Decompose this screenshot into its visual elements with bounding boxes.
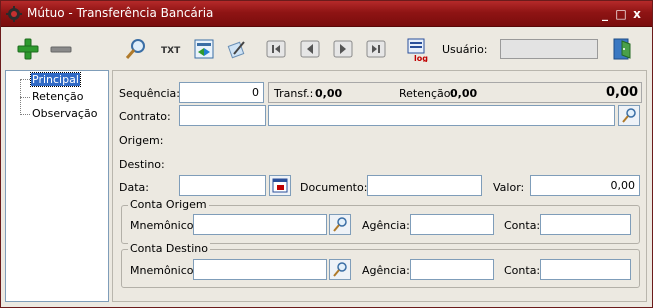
conta-origem-group: Conta Origem Mnemônico: Agência: Conta:	[121, 198, 640, 244]
transf-label: Transf.:	[274, 87, 314, 100]
destino-conta-field[interactable]	[540, 259, 631, 280]
search-icon[interactable]	[123, 36, 149, 62]
conta-destino-title: Conta Destino	[128, 242, 210, 255]
calendar-icon	[272, 178, 288, 193]
origem-mnemonico-label: Mnemônico:	[130, 219, 198, 232]
window-title: Mútuo - Transferência Bancária	[27, 6, 214, 20]
add-icon[interactable]	[15, 36, 41, 62]
previous-record-icon[interactable]	[297, 36, 323, 62]
svg-text:log: log	[414, 54, 428, 62]
destino-conta-label: Conta:	[504, 264, 541, 277]
origem-agencia-label: Agência:	[362, 219, 410, 232]
retencao-value: 0,00	[450, 87, 478, 100]
contrato-label: Contrato:	[119, 110, 171, 123]
contrato-search-button[interactable]	[618, 105, 640, 126]
exit-icon[interactable]	[610, 36, 636, 62]
sequencia-field[interactable]: 0	[179, 82, 264, 103]
conta-origem-title: Conta Origem	[128, 198, 209, 211]
destino-agencia-field[interactable]	[410, 259, 494, 280]
total-value: 0,00	[606, 85, 639, 100]
log-icon[interactable]: log	[405, 36, 431, 62]
documento-field[interactable]	[367, 175, 482, 196]
title-bar[interactable]: Mútuo - Transferência Bancária _ □ x	[1, 1, 652, 27]
destino-mnemonico-field[interactable]	[193, 259, 327, 280]
tree-connector	[20, 79, 30, 80]
origem-conta-field[interactable]	[540, 214, 631, 235]
origem-mnemonico-search-button[interactable]	[329, 214, 351, 235]
svg-text:TXT: TXT	[161, 46, 181, 56]
data-field[interactable]	[179, 175, 266, 196]
edit-icon[interactable]	[224, 36, 250, 62]
tree-item-retencao[interactable]: Retenção	[31, 90, 85, 103]
origem-label: Origem:	[119, 134, 164, 147]
calendar-button[interactable]	[269, 175, 291, 196]
close-button[interactable]: x	[630, 7, 644, 21]
last-record-icon[interactable]	[363, 36, 389, 62]
toolbar: TXT log Usuário:	[1, 28, 652, 68]
origem-agencia-field[interactable]	[410, 214, 494, 235]
txt-icon[interactable]: TXT	[159, 36, 185, 62]
valor-label: Valor:	[493, 181, 525, 194]
origem-mnemonico-field[interactable]	[193, 214, 327, 235]
first-record-icon[interactable]	[263, 36, 289, 62]
destino-mnemonico-search-button[interactable]	[329, 259, 351, 280]
refresh-icon[interactable]	[191, 36, 217, 62]
contrato-description-field[interactable]	[268, 105, 615, 126]
retencao-label: Retenção:	[399, 87, 455, 100]
origem-conta-label: Conta:	[504, 219, 541, 232]
destino-agencia-label: Agência:	[362, 264, 410, 277]
tree-connector	[20, 97, 30, 98]
search-icon	[333, 217, 347, 232]
tree-connector	[20, 114, 30, 115]
destino-mnemonico-label: Mnemônico:	[130, 264, 198, 277]
search-icon	[622, 108, 636, 123]
next-record-icon[interactable]	[330, 36, 356, 62]
tree-item-observacao[interactable]: Observação	[31, 107, 98, 120]
remove-icon[interactable]	[48, 36, 74, 62]
destino-label: Destino:	[119, 158, 165, 171]
app-icon	[6, 6, 22, 22]
transf-value: 0,00	[315, 87, 343, 100]
maximize-button[interactable]: □	[614, 7, 628, 21]
documento-label: Documento:	[300, 181, 368, 194]
search-icon	[333, 262, 347, 277]
minimize-button[interactable]: _	[598, 7, 612, 21]
contrato-code-field[interactable]	[179, 105, 266, 126]
conta-destino-group: Conta Destino Mnemônico: Agência: Conta:	[121, 242, 640, 288]
data-label: Data:	[119, 181, 149, 194]
main-window: Mútuo - Transferência Bancária _ □ x TXT	[0, 0, 653, 308]
usuario-label: Usuário:	[442, 43, 488, 56]
usuario-field	[500, 39, 598, 59]
tree-item-principal[interactable]: Principal	[30, 72, 81, 87]
navigation-tree: Principal Retenção Observação	[5, 70, 109, 302]
form-panel: Sequência: 0 Transf.: 0,00 Retenção: 0,0…	[112, 70, 647, 302]
valor-field[interactable]: 0,00	[530, 175, 640, 196]
sequencia-label: Sequência:	[119, 87, 180, 100]
